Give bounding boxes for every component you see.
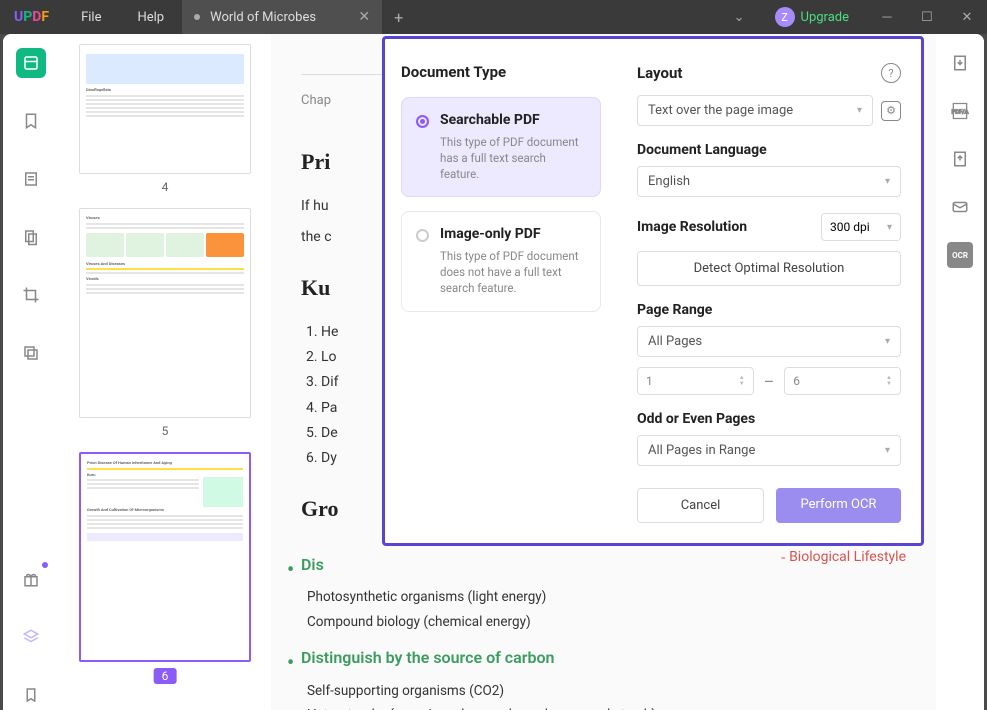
bookmark-tool[interactable] <box>16 106 46 136</box>
svg-text:PDF/A: PDF/A <box>952 110 969 116</box>
option-title: Image-only PDF <box>440 226 586 242</box>
mail-icon[interactable] <box>947 194 973 220</box>
left-toolbar <box>3 34 59 710</box>
gift-icon[interactable] <box>16 564 46 594</box>
thumbnail-page-5[interactable]: Viruses Viruses And Diseases Viroids 5 <box>79 208 251 438</box>
chevron-down-icon: ▾ <box>885 176 890 187</box>
bookmark-icon[interactable] <box>16 680 46 710</box>
minimize-button[interactable]: ─ <box>867 0 907 34</box>
page-range-select[interactable]: All Pages▾ <box>637 326 901 357</box>
help-icon[interactable]: ? <box>881 63 901 83</box>
app-logo: UPDF <box>0 9 63 25</box>
thumbnail-page-4[interactable]: Dinoflagellata 4 <box>79 44 251 194</box>
list-item: Heterotrophs (organic carbon such as glu… <box>307 703 721 710</box>
radio-icon <box>416 229 429 242</box>
spinner-icon[interactable]: ▲▼ <box>739 375 745 387</box>
thumbnail-label: 4 <box>79 180 251 194</box>
thumbnail-page-6[interactable]: Prion Disease Of Human Inheritance And A… <box>79 452 251 684</box>
menu-file[interactable]: File <box>63 10 119 25</box>
document-tab[interactable]: World of Microbes ✕ <box>182 0 382 34</box>
odd-even-select[interactable]: All Pages in Range▾ <box>637 435 901 466</box>
thumbnail-label: 5 <box>79 424 251 438</box>
radio-icon <box>416 115 429 128</box>
chevron-down-icon: ▾ <box>885 336 890 347</box>
perform-ocr-button[interactable]: Perform OCR <box>776 488 901 523</box>
resolution-heading: Image Resolution <box>637 219 747 235</box>
stack-icon[interactable] <box>16 622 46 652</box>
subheading-carbon: Distinguish by the source of carbon <box>301 644 721 673</box>
page-from-input[interactable]: 1 ▲▼ <box>637 367 754 395</box>
thumbnails-panel: Dinoflagellata 4 Viruses Viruses And Dis… <box>59 34 271 710</box>
upgrade-label: Upgrade <box>801 10 849 25</box>
gear-icon[interactable]: ⚙ <box>881 101 901 121</box>
layers-tool[interactable] <box>16 338 46 368</box>
list-item: Photosynthetic organisms (light energy) <box>307 585 721 609</box>
crop-tool[interactable] <box>16 280 46 310</box>
document-type-heading: Document Type <box>401 63 601 81</box>
handwritten-note: - Biological Lifestyle <box>781 545 906 570</box>
searchable-pdf-option[interactable]: Searchable PDF This type of PDF document… <box>401 97 601 197</box>
annotations-tool[interactable] <box>16 164 46 194</box>
tab-close-button[interactable]: ✕ <box>358 9 370 25</box>
layout-select[interactable]: Text over the page image▾ <box>637 95 873 126</box>
attachments-tool[interactable] <box>16 222 46 252</box>
chevron-down-icon: ▾ <box>857 105 862 116</box>
language-heading: Document Language <box>637 142 901 158</box>
page-to-input[interactable]: 6 ▲▼ <box>784 367 901 395</box>
chevron-down-icon: ▾ <box>885 445 890 456</box>
image-only-pdf-option[interactable]: Image-only PDF This type of PDF document… <box>401 211 601 311</box>
cancel-button[interactable]: Cancel <box>637 488 764 523</box>
option-desc: This type of PDF document has a full tex… <box>440 134 586 182</box>
chevron-down-icon: ▾ <box>887 222 892 233</box>
resolution-select[interactable]: 300 dpi▾ <box>821 213 901 241</box>
ocr-dialog: Document Type Searchable PDF This type o… <box>382 36 924 546</box>
upgrade-button[interactable]: Z Upgrade <box>765 7 859 27</box>
new-tab-button[interactable]: + <box>382 8 415 27</box>
odd-even-heading: Odd or Even Pages <box>637 411 901 427</box>
thumbnails-tool[interactable] <box>16 48 46 78</box>
share-icon[interactable] <box>947 146 973 172</box>
tab-title: World of Microbes <box>210 10 316 25</box>
ocr-tool-active[interactable]: OCR <box>947 242 973 268</box>
detect-resolution-button[interactable]: Detect Optimal Resolution <box>637 251 901 286</box>
language-select[interactable]: English▾ <box>637 166 901 197</box>
export-icon[interactable] <box>947 50 973 76</box>
option-desc: This type of PDF document does not have … <box>440 248 586 296</box>
thumbnail-label-current: 6 <box>154 668 177 684</box>
tab-indicator-icon <box>194 14 200 20</box>
user-avatar: Z <box>775 7 795 27</box>
titlebar: UPDF File Help World of Microbes ✕ + ⌄ Z… <box>0 0 987 34</box>
right-toolbar: PDF/A OCR <box>936 34 984 710</box>
layout-heading: Layout <box>637 64 682 82</box>
subheading-energy: Dis <box>301 551 721 580</box>
menu-help[interactable]: Help <box>119 10 182 25</box>
range-separator: – <box>764 372 775 391</box>
option-title: Searchable PDF <box>440 112 586 128</box>
page-range-heading: Page Range <box>637 302 901 318</box>
list-item: Self-supporting organisms (CO2) <box>307 679 721 703</box>
close-button[interactable]: ✕ <box>947 0 987 34</box>
pdf-a-icon[interactable]: PDF/A <box>947 98 973 124</box>
maximize-button[interactable]: ☐ <box>907 0 947 34</box>
list-item: Compound biology (chemical energy) <box>307 610 721 634</box>
spinner-icon[interactable]: ▲▼ <box>886 375 892 387</box>
tabs-dropdown-button[interactable]: ⌄ <box>722 10 757 25</box>
